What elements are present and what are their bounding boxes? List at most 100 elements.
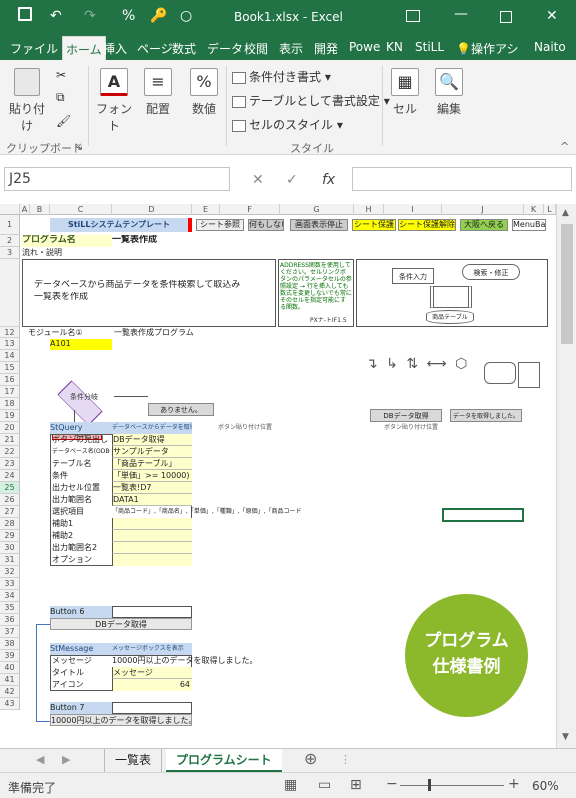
insert-function-icon[interactable]: fx	[322, 172, 335, 188]
tab-naito[interactable]: Naito	[534, 40, 566, 54]
col-header-b[interactable]: B	[30, 204, 50, 215]
row-header-40[interactable]: 40	[0, 662, 20, 674]
tab-page-layout[interactable]: ページ	[137, 40, 173, 57]
cancel-icon[interactable]: ✕	[252, 172, 264, 188]
number-button[interactable]: % 数値	[184, 68, 224, 117]
sheet-tab-program[interactable]: プログラムシート	[166, 749, 282, 773]
tab-insert[interactable]: 挿入	[103, 40, 127, 57]
tab-tell-me[interactable]: 💡操作アシ	[456, 40, 518, 57]
close-icon[interactable]: ✕	[546, 8, 558, 24]
format-painter-icon[interactable]: 🖌	[56, 114, 71, 128]
copy-icon[interactable]: ⧉	[56, 90, 65, 105]
row-header-16[interactable]: 16	[0, 374, 20, 386]
tab-kn[interactable]: KN	[386, 40, 403, 54]
msg-value[interactable]: メッセージ	[112, 667, 192, 679]
col-header-k[interactable]: K	[524, 204, 544, 215]
zoom-level[interactable]: 60%	[532, 779, 559, 793]
col-header-d[interactable]: D	[112, 204, 192, 215]
msg-value[interactable]: 64	[112, 679, 192, 691]
tab-formulas[interactable]: 数式	[172, 40, 196, 57]
row-header-23[interactable]: 23	[0, 458, 20, 470]
hscroll-options-icon[interactable]: ⋮	[340, 753, 351, 766]
row-header-36[interactable]: 36	[0, 614, 20, 626]
format-as-table-button[interactable]: テーブルとして書式設定 ▾	[232, 92, 390, 109]
row-header-1[interactable]: 1	[0, 215, 20, 235]
col-header-e[interactable]: E	[192, 204, 220, 215]
param-value[interactable]: 「商品テーブル」	[112, 458, 192, 470]
row-header-3[interactable]: 3	[0, 247, 20, 259]
row-header-22[interactable]: 22	[0, 446, 20, 458]
sheet-unprotect-button[interactable]: シート保護解除	[398, 219, 456, 231]
page-break-icon[interactable]: ⊞	[350, 777, 362, 793]
col-header-j[interactable]: J	[442, 204, 524, 215]
maximize-icon[interactable]	[500, 11, 512, 23]
row-header-25[interactable]: 25	[0, 482, 20, 494]
db-success-button[interactable]: データを取得しました。	[450, 409, 522, 422]
param-value-empty[interactable]	[112, 530, 192, 542]
row-header-32[interactable]: 32	[0, 566, 20, 578]
row-header-24[interactable]: 24	[0, 470, 20, 482]
formula-input[interactable]	[352, 167, 572, 191]
col-header-f[interactable]: F	[220, 204, 280, 215]
row-header-34[interactable]: 34	[0, 590, 20, 602]
row-header-20[interactable]: 20	[0, 422, 20, 434]
next-sheet-icon[interactable]: ▶	[62, 753, 70, 766]
row-header-42[interactable]: 42	[0, 686, 20, 698]
redo-icon[interactable]: ↷	[84, 8, 96, 24]
tab-review[interactable]: 校閲	[244, 40, 268, 57]
row-header-33[interactable]: 33	[0, 578, 20, 590]
row-header-43[interactable]: 43	[0, 698, 20, 710]
tab-still[interactable]: StiLL	[415, 40, 444, 54]
page-layout-icon[interactable]: ▭	[318, 777, 331, 793]
msg-value[interactable]: 10000円以上のデータを取得しました。	[112, 655, 312, 667]
row-header-37[interactable]: 37	[0, 626, 20, 638]
menubar-button[interactable]: MenuBar	[512, 219, 546, 231]
zoom-in-icon[interactable]: +	[508, 776, 520, 792]
zoom-thumb[interactable]	[428, 779, 431, 791]
param-value[interactable]: 「単価」>= 10000)	[112, 470, 192, 482]
key-icon[interactable]: 🔑	[150, 8, 167, 24]
param-value-empty[interactable]	[112, 542, 192, 554]
col-header-l[interactable]: L	[544, 204, 556, 215]
zoom-slider[interactable]	[400, 785, 504, 786]
vertical-scrollbar[interactable]: ▲ ▼	[556, 204, 576, 748]
param-value[interactable]: 一覧表!D7	[112, 482, 192, 494]
row-header-29[interactable]: 29	[0, 530, 20, 542]
zoom-out-icon[interactable]: −	[386, 776, 398, 792]
cell-styles-button[interactable]: セルのスタイル ▾	[232, 116, 343, 133]
tab-view[interactable]: 表示	[279, 40, 303, 57]
row-header-14[interactable]: 14	[0, 350, 20, 362]
row-header-12[interactable]: 12	[0, 327, 20, 338]
clipboard-launcher-icon[interactable]: ↘	[74, 140, 83, 153]
param-value[interactable]: 「商品コード」,「商品名」,「単価」,「種類」,「原価」,「商品コード	[112, 506, 312, 518]
scroll-up-icon[interactable]: ▲	[562, 208, 569, 218]
minimize-icon[interactable]: —	[454, 6, 468, 22]
sheet-tab-list[interactable]: 一覧表	[104, 749, 163, 773]
circle-icon[interactable]: ○	[180, 8, 192, 24]
row-header-38[interactable]: 38	[0, 638, 20, 650]
normal-view-icon[interactable]: ▦	[284, 777, 297, 793]
col-header-h[interactable]: H	[354, 204, 384, 215]
name-box[interactable]: J25	[4, 167, 230, 191]
col-header-a[interactable]: A	[20, 204, 30, 215]
row-header-19[interactable]: 19	[0, 410, 20, 422]
row-header-2[interactable]: 2	[0, 235, 20, 247]
row-header-21[interactable]: 21	[0, 434, 20, 446]
scroll-down-icon[interactable]: ▼	[562, 732, 569, 742]
param-value-empty[interactable]	[112, 518, 192, 530]
param-value[interactable]: DBデータ取得	[112, 434, 192, 446]
save-icon[interactable]	[18, 7, 32, 21]
conditional-format-button[interactable]: 条件付き書式 ▾	[232, 68, 331, 85]
tab-file[interactable]: ファイル	[10, 40, 58, 57]
editing-button[interactable]: 🔍 編集	[432, 68, 466, 117]
return-button[interactable]: 大阪へ戻る	[460, 219, 508, 231]
result-message-button[interactable]: 10000円以上のデータを取得しました。	[50, 714, 192, 726]
param-value[interactable]: DATA1	[112, 494, 192, 506]
undo-icon[interactable]: ↶	[50, 8, 62, 24]
row-header-28[interactable]: 28	[0, 518, 20, 530]
ribbon-display-icon[interactable]	[406, 10, 420, 22]
row-header-26[interactable]: 26	[0, 494, 20, 506]
db-fetch-button[interactable]: DBデータ取得	[370, 409, 442, 422]
do-nothing-button[interactable]: 何もしない	[248, 219, 284, 231]
scroll-thumb[interactable]	[561, 224, 573, 344]
